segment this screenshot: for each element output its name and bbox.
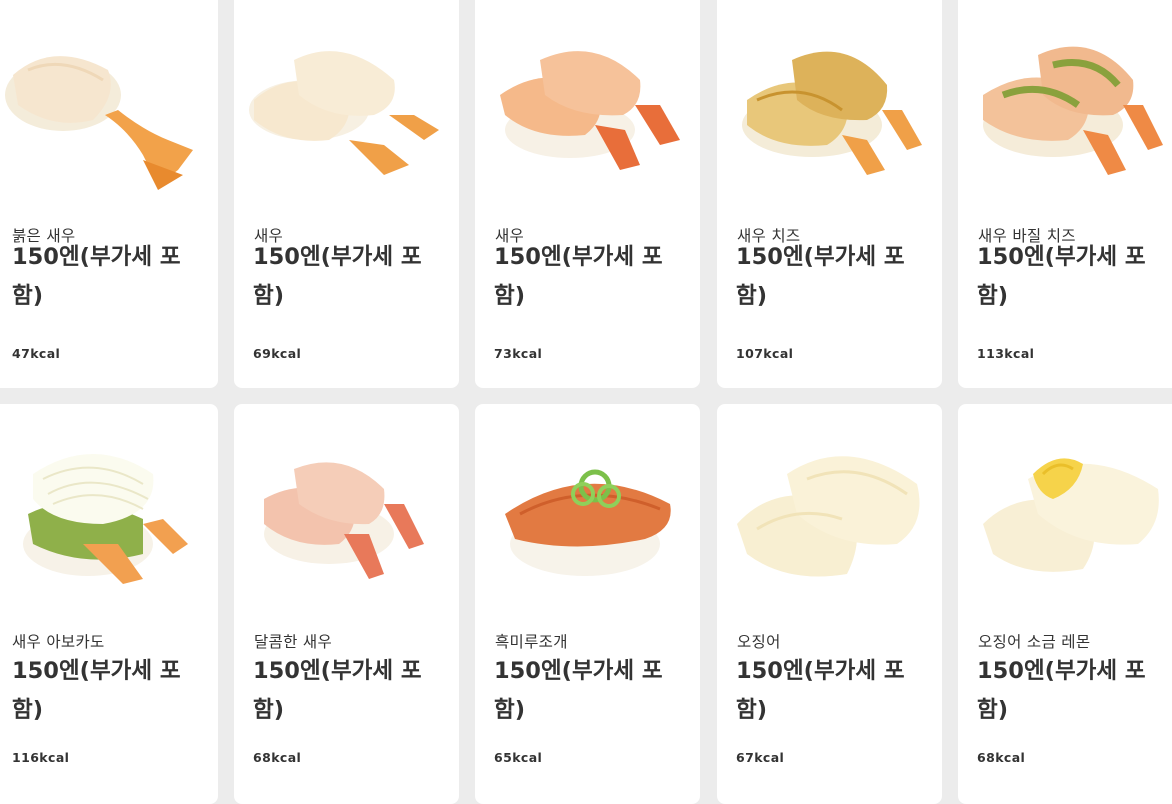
squid-nigiri-image	[717, 404, 942, 604]
item-calories: 113kcal	[977, 346, 1035, 361]
menu-card-shrimp[interactable]: 새우 150엔(부가세 포함) 69kcal	[234, 0, 459, 388]
item-price: 150엔(부가세 포함)	[736, 658, 905, 723]
item-price: 150엔(부가세 포함)	[253, 244, 422, 309]
item-price: 150엔(부가세 포함)	[12, 658, 181, 723]
menu-card-shrimp-cheese[interactable]: 새우 치즈 150엔(부가세 포함) 107kcal	[717, 0, 942, 388]
item-price: 150엔(부가세 포함)	[977, 658, 1146, 723]
item-calories: 107kcal	[736, 346, 794, 361]
menu-card-sweet-shrimp[interactable]: 달콤한 새우 150엔(부가세 포함) 68kcal	[234, 404, 459, 804]
item-calories: 67kcal	[736, 750, 785, 765]
item-calories: 68kcal	[977, 750, 1026, 765]
item-calories: 73kcal	[494, 346, 543, 361]
item-name: 새우 아보카도	[12, 633, 105, 651]
red-shrimp-nigiri-image	[0, 0, 218, 200]
menu-card-surf-clam[interactable]: 흑미루조개 150엔(부가세 포함) 65kcal	[475, 404, 700, 804]
item-price: 150엔(부가세 포함)	[494, 244, 663, 309]
squid-salt-lemon-nigiri-image	[958, 404, 1172, 604]
item-calories: 69kcal	[253, 346, 302, 361]
item-price: 150엔(부가세 포함)	[12, 244, 181, 309]
shrimp-nigiri-image	[234, 0, 459, 200]
menu-card-shrimp-basil-cheese[interactable]: 새우 바질 치즈 150엔(부가세 포함) 113kcal	[958, 0, 1172, 388]
menu-card-squid[interactable]: 오징어 150엔(부가세 포함) 67kcal	[717, 404, 942, 804]
item-calories: 68kcal	[253, 750, 302, 765]
item-price: 150엔(부가세 포함)	[736, 244, 905, 309]
menu-card-red-shrimp[interactable]: 붉은 새우 150엔(부가세 포함) 47kcal	[0, 0, 218, 388]
shrimp-basil-cheese-nigiri-image	[958, 0, 1172, 200]
item-name: 흑미루조개	[495, 633, 568, 651]
shrimp-cheese-nigiri-image	[717, 0, 942, 200]
item-price: 150엔(부가세 포함)	[977, 244, 1146, 309]
menu-card-shrimp-avocado[interactable]: 새우 아보카도 150엔(부가세 포함) 116kcal	[0, 404, 218, 804]
shrimp-avocado-nigiri-image	[0, 404, 218, 604]
item-calories: 116kcal	[12, 750, 70, 765]
item-price: 150엔(부가세 포함)	[494, 658, 663, 723]
menu-card-squid-salt-lemon[interactable]: 오징어 소금 레몬 150엔(부가세 포함) 68kcal	[958, 404, 1172, 804]
item-calories: 47kcal	[12, 346, 61, 361]
item-name: 달콤한 새우	[254, 633, 333, 651]
item-calories: 65kcal	[494, 750, 543, 765]
menu-card-boiled-shrimp[interactable]: 새우 150엔(부가세 포함) 73kcal	[475, 0, 700, 388]
sweet-shrimp-nigiri-image	[234, 404, 459, 604]
boiled-shrimp-nigiri-image	[475, 0, 700, 200]
item-name: 오징어 소금 레몬	[978, 633, 1091, 651]
item-price: 150엔(부가세 포함)	[253, 658, 422, 723]
item-name: 오징어	[737, 633, 781, 651]
surf-clam-nigiri-image	[475, 404, 700, 604]
